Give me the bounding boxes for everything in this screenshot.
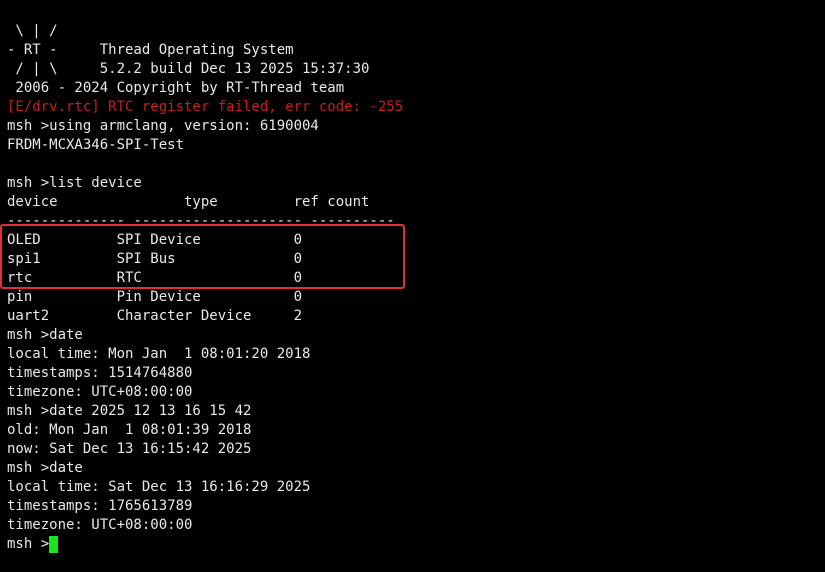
prompt-text: msh > [7,536,50,552]
input-prompt-line[interactable]: msh > [7,535,403,554]
output-line: timezone: UTC+08:00:00 [7,517,193,533]
logo-line-2: - RT - Thread Operating System [7,42,294,58]
table-row: uart2 Character Device 2 [7,308,303,324]
table-row: pin Pin Device 0 [7,289,303,305]
command-line: msh >date [7,327,83,343]
output-line: timezone: UTC+08:00:00 [7,384,193,400]
command-line: msh >date 2025 12 13 16 15 42 [7,403,252,419]
highlight-annotation-box [0,224,405,289]
command-line: msh >date [7,460,83,476]
output-line: local time: Mon Jan 1 08:01:20 2018 [7,346,311,362]
output-line: local time: Sat Dec 13 16:16:29 2025 [7,479,311,495]
output-line: old: Mon Jan 1 08:01:39 2018 [7,422,252,438]
command-line: msh >list device [7,175,142,191]
terminal-window[interactable]: \ | / - RT - Thread Operating System / |… [0,0,825,572]
output-line: now: Sat Dec 13 16:15:42 2025 [7,441,252,457]
cursor-block[interactable] [49,536,59,553]
output-line: msh >using armclang, version: 6190004 [7,118,319,134]
output-line: FRDM-MCXA346-SPI-Test [7,137,185,153]
error-line: [E/drv.rtc] RTC register failed, err cod… [7,99,404,115]
logo-line-3: / | \ 5.2.2 build Dec 13 2025 15:37:30 [7,61,370,77]
output-line: timestamps: 1514764880 [7,365,193,381]
output-line: timestamps: 1765613789 [7,498,193,514]
table-header: device type ref count [7,194,370,210]
logo-line-1: \ | / [7,23,58,39]
copyright-line: 2006 - 2024 Copyright by RT-Thread team [7,80,345,96]
